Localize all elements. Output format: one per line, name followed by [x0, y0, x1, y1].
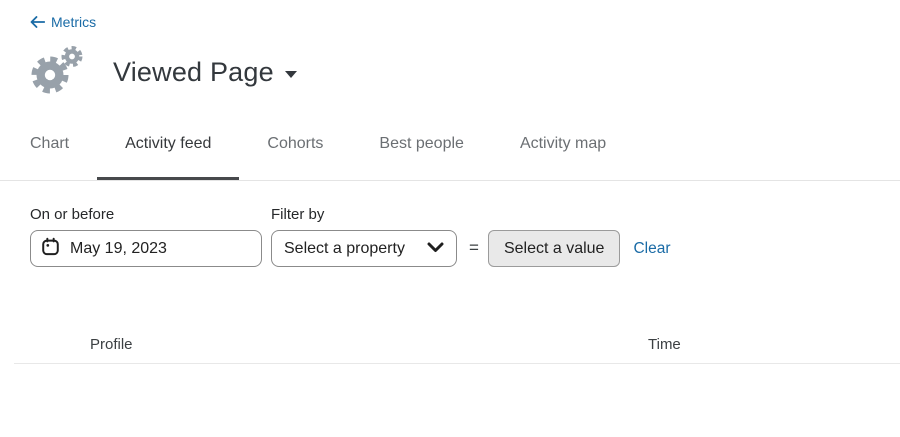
date-filter-group: On or before May 19, 2023 — [30, 206, 262, 267]
tab-activity-map[interactable]: Activity map — [492, 129, 634, 174]
property-select[interactable]: Select a property — [271, 230, 457, 267]
equals-operator: = — [469, 238, 479, 258]
page-header: Viewed Page — [27, 44, 297, 101]
activity-feed-page: Metrics Viewed Page Chart Activity feed … — [0, 0, 900, 437]
arrow-left-icon — [30, 16, 45, 28]
date-input-value: May 19, 2023 — [70, 240, 167, 258]
column-header-profile: Profile — [90, 336, 133, 353]
property-filter-label: Filter by — [271, 206, 457, 223]
tab-chart[interactable]: Chart — [2, 129, 97, 174]
calendar-icon — [41, 237, 60, 261]
date-input[interactable]: May 19, 2023 — [30, 230, 262, 267]
tab-activity-feed[interactable]: Activity feed — [97, 129, 239, 180]
property-select-value: Select a property — [284, 240, 405, 258]
tab-best-people[interactable]: Best people — [351, 129, 492, 174]
back-link-label: Metrics — [51, 14, 96, 30]
tab-bar: Chart Activity feed Cohorts Best people … — [0, 129, 900, 181]
page-title: Viewed Page — [113, 57, 274, 88]
table-row: D Viewed Page about 2 years ago at 9:52 … — [0, 364, 900, 437]
select-value-button[interactable]: Select a value — [488, 230, 621, 267]
filter-bar: On or before May 19, 2023 Filter by Sele… — [30, 206, 671, 267]
gear-icon — [27, 44, 87, 101]
column-header-time: Time — [648, 336, 681, 353]
tab-cohorts[interactable]: Cohorts — [239, 129, 351, 174]
clear-filter-link[interactable]: Clear — [633, 240, 670, 258]
back-to-metrics-link[interactable]: Metrics — [30, 14, 96, 30]
chevron-down-icon — [427, 240, 444, 258]
title-dropdown-button[interactable] — [285, 71, 297, 78]
property-filter-group: Filter by Select a property — [262, 206, 457, 267]
date-filter-label: On or before — [30, 206, 262, 223]
